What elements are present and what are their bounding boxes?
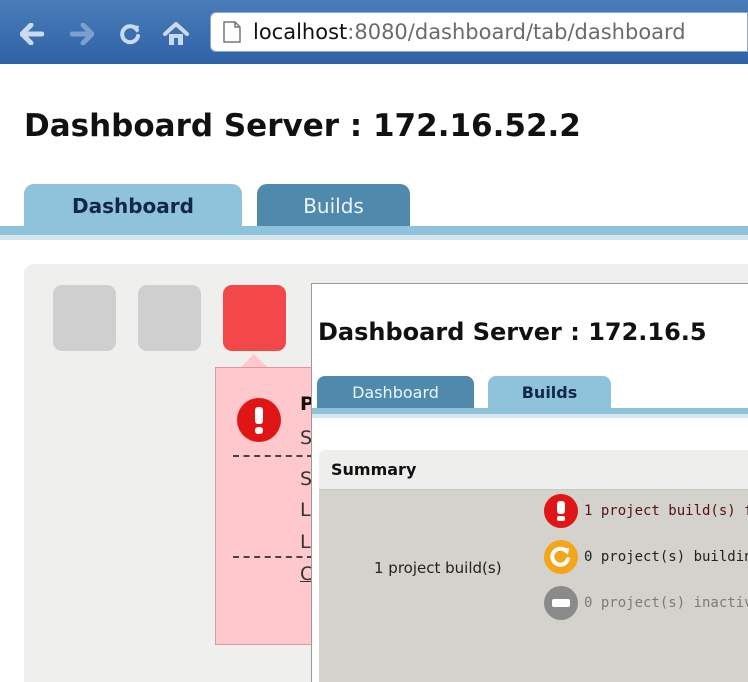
tab-divider: [0, 226, 748, 235]
status-inactive-text: 0 project(s) inactive: [584, 595, 748, 611]
tab-builds[interactable]: Builds: [257, 184, 410, 228]
page-title: Dashboard Server : 172.16.52.2: [24, 108, 581, 144]
url-path: :8080/dashboard/tab/dashboard: [347, 20, 686, 44]
status-row-failed[interactable]: 1 project build(s) fa: [544, 494, 748, 528]
overlay-tab-divider-shadow: [312, 414, 748, 418]
alert-icon: [237, 398, 281, 442]
tab-dashboard[interactable]: Dashboard: [24, 184, 242, 228]
project-build-count: 1 project build(s): [374, 559, 502, 577]
status-failed-text: 1 project build(s) fa: [584, 503, 748, 519]
project-tile[interactable]: [53, 285, 116, 351]
alert-icon: [544, 494, 578, 528]
reload-icon: [120, 24, 140, 45]
back-arrow-icon: [20, 23, 44, 45]
url-host: localhost: [253, 20, 348, 44]
tab-divider-shadow: [0, 235, 748, 240]
building-icon: [544, 540, 578, 574]
back-button[interactable]: [18, 20, 46, 48]
project-tile-failed[interactable]: [223, 285, 286, 351]
browser-toolbar: localhost:8080/dashboard/tab/dashboard: [0, 0, 748, 64]
popup-pointer: [240, 354, 268, 368]
status-row-inactive[interactable]: 0 project(s) inactive: [544, 586, 748, 620]
popup-divider: [233, 455, 313, 457]
reload-button[interactable]: [116, 20, 144, 48]
builds-view-overlay: Dashboard Server : 172.16.5 Dashboard Bu…: [311, 283, 748, 682]
status-row-building[interactable]: 0 project(s) building: [544, 540, 748, 574]
overlay-page-title: Dashboard Server : 172.16.5: [318, 318, 707, 346]
forward-button[interactable]: [68, 20, 96, 48]
address-bar[interactable]: localhost:8080/dashboard/tab/dashboard: [210, 12, 748, 52]
popup-divider: [233, 556, 313, 558]
summary-header: Summary: [319, 450, 748, 490]
home-icon: [163, 22, 189, 45]
project-tile[interactable]: [138, 285, 201, 351]
home-button[interactable]: [162, 20, 190, 48]
forward-arrow-icon: [70, 23, 94, 45]
status-building-text: 0 project(s) building: [584, 549, 748, 565]
inactive-icon: [544, 586, 578, 620]
overlay-tab-builds[interactable]: Builds: [488, 376, 611, 409]
overlay-tab-dashboard[interactable]: Dashboard: [317, 376, 474, 409]
page-icon: [223, 21, 241, 43]
